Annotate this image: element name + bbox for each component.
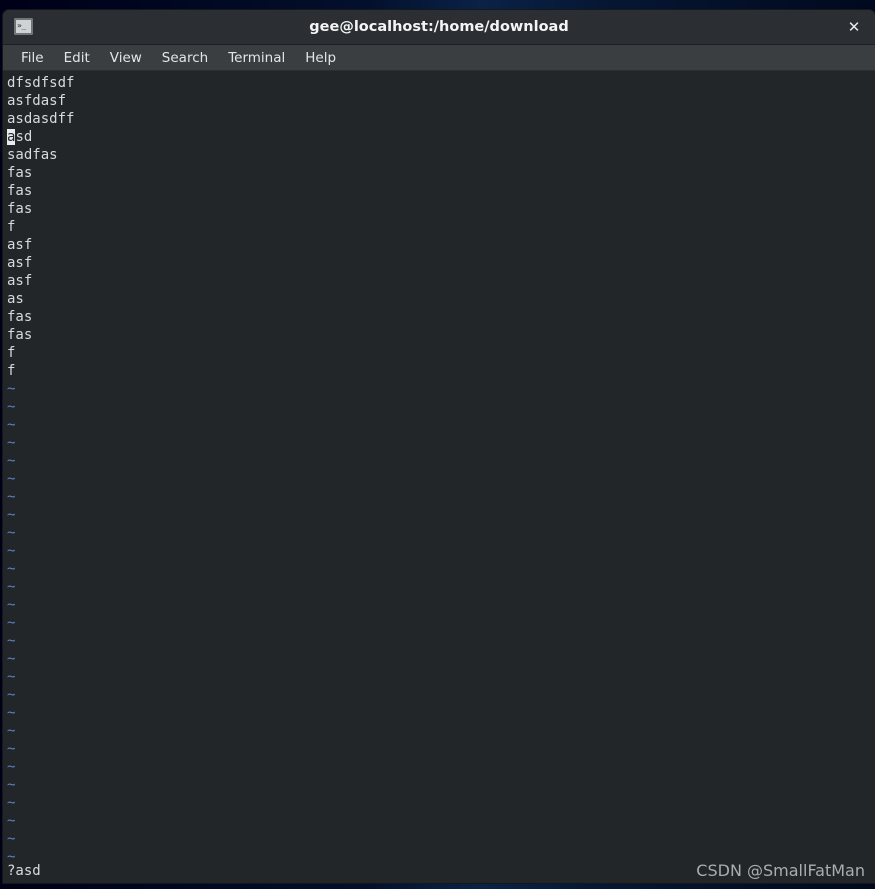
menu-item-terminal[interactable]: Terminal: [218, 48, 295, 68]
editor-empty-line-marker: ~: [7, 471, 16, 487]
editor-empty-line-marker: ~: [7, 453, 16, 469]
window-title-bar[interactable]: »_ gee@localhost:/home/download ✕: [3, 10, 875, 45]
editor-empty-line-marker: ~: [7, 813, 16, 829]
editor-line: fas: [7, 183, 33, 199]
editor-empty-line-marker: ~: [7, 651, 16, 667]
editor-empty-line-marker: ~: [7, 561, 16, 577]
editor-empty-line-marker: ~: [7, 741, 16, 757]
vim-command-line[interactable]: ?asd CSDN @SmallFatMan: [3, 858, 875, 883]
editor-empty-line-marker: ~: [7, 687, 16, 703]
menu-item-edit[interactable]: Edit: [54, 48, 100, 68]
editor-line: asf: [7, 255, 33, 271]
watermark-text: CSDN @SmallFatMan: [696, 861, 865, 880]
editor-text-area[interactable]: dfsdfsdf asfdasf asdasdff asd sadfas fas fas fa…: [7, 74, 875, 380]
editor-line: fas: [7, 327, 33, 343]
editor-empty-line-marker: ~: [7, 543, 16, 559]
close-icon[interactable]: ✕: [837, 10, 871, 44]
editor-empty-line-marker: ~: [7, 795, 16, 811]
editor-empty-line-marker: ~: [7, 525, 16, 541]
editor-empty-line-marker: ~: [7, 507, 16, 523]
editor-line-text: sd: [15, 129, 33, 145]
editor-line: asf: [7, 273, 33, 289]
editor-line: sadfas: [7, 147, 58, 163]
editor-line: asfdasf: [7, 93, 67, 109]
editor-line: asd: [7, 128, 875, 146]
menu-item-search[interactable]: Search: [152, 48, 218, 68]
vim-search-prompt: ?asd: [7, 863, 41, 879]
editor-empty-line-marker: ~: [7, 435, 16, 451]
editor-line: f: [7, 345, 16, 361]
editor-empty-line-marker: ~: [7, 705, 16, 721]
menu-bar: File Edit View Search Terminal Help: [3, 45, 875, 71]
editor-empty-line-marker: ~: [7, 399, 16, 415]
editor-line: fas: [7, 201, 33, 217]
terminal-window: »_ gee@localhost:/home/download ✕ File E…: [3, 10, 875, 883]
editor-empty-line-marker: ~: [7, 417, 16, 433]
editor-line: as: [7, 291, 24, 307]
editor-empty-line-marker: ~: [7, 597, 16, 613]
terminal-screen[interactable]: dfsdfsdf asfdasf asdasdff asd sadfas fas fas fa…: [3, 71, 875, 883]
window-title: gee@localhost:/home/download: [309, 19, 569, 35]
editor-empty-line-marker: ~: [7, 615, 16, 631]
editor-line: f: [7, 363, 16, 379]
editor-empty-lines: ~ ~ ~ ~ ~ ~ ~ ~ ~ ~ ~ ~ ~ ~ ~ ~ ~ ~ ~ ~ ~ ~ ~ ~ ~ ~ ~: [7, 380, 875, 866]
editor-line: asf: [7, 237, 33, 253]
editor-empty-line-marker: ~: [7, 669, 16, 685]
editor-line: dfsdfsdf: [7, 75, 75, 91]
menu-item-view[interactable]: View: [100, 48, 152, 68]
editor-empty-line-marker: ~: [7, 831, 16, 847]
editor-empty-line-marker: ~: [7, 381, 16, 397]
editor-empty-line-marker: ~: [7, 579, 16, 595]
editor-empty-line-marker: ~: [7, 633, 16, 649]
editor-line: asdasdff: [7, 111, 75, 127]
editor-line: f: [7, 219, 16, 235]
editor-empty-line-marker: ~: [7, 723, 16, 739]
menu-item-help[interactable]: Help: [295, 48, 346, 68]
editor-line: fas: [7, 165, 33, 181]
editor-empty-line-marker: ~: [7, 489, 16, 505]
menu-item-file[interactable]: File: [11, 48, 54, 68]
editor-empty-line-marker: ~: [7, 777, 16, 793]
editor-line: fas: [7, 309, 33, 325]
editor-empty-line-marker: ~: [7, 759, 16, 775]
